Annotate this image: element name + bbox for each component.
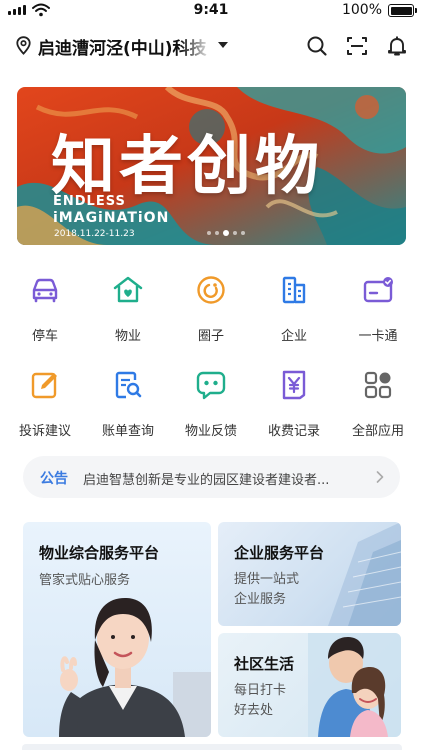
- grid-label: 停车: [31, 329, 58, 344]
- car-icon: [32, 278, 58, 303]
- card-subtitle-1: 提供一站式: [234, 572, 300, 587]
- announcement-tag: 公告: [40, 471, 68, 487]
- next-section-edge: [22, 744, 402, 750]
- grid-label: 一卡通: [358, 329, 398, 344]
- grid-label: 物业: [114, 329, 141, 344]
- grid-item-circle[interactable]: 圈子: [176, 273, 246, 344]
- card-title: 企业服务平台: [234, 544, 325, 562]
- card-property-service[interactable]: 物业综合服务平台 管家式贴心服务: [23, 522, 211, 737]
- card-icon: [363, 277, 393, 303]
- grid-label: 全部应用: [351, 424, 404, 439]
- carousel-dot[interactable]: [233, 231, 237, 235]
- card-enterprise-service[interactable]: 企业服务平台 提供一站式 企业服务: [218, 522, 401, 626]
- grid-item-enterprise[interactable]: 企业: [259, 273, 329, 344]
- grid-label: 物业反馈: [184, 424, 237, 439]
- card-subtitle: 管家式贴心服务: [39, 573, 131, 588]
- bill-search-icon: [115, 371, 142, 399]
- grid-item-card[interactable]: 一卡通: [343, 273, 413, 344]
- card-subtitle-2: 好去处: [234, 703, 274, 718]
- banner-subtitle-2: iMAGiNATiON: [53, 210, 170, 226]
- card-subtitle-1: 每日打卡: [234, 683, 287, 698]
- header: 启迪漕河泾(中山)科技: [0, 28, 422, 64]
- yen-doc-icon: [282, 370, 306, 400]
- apps-icon: [364, 371, 392, 399]
- chat-icon: [196, 371, 226, 400]
- grid-item-bill-query[interactable]: 账单查询: [93, 368, 163, 439]
- edit-icon: [31, 372, 57, 399]
- circle-icon: [197, 276, 225, 304]
- grid-item-property-feedback[interactable]: 物业反馈: [176, 368, 246, 439]
- card-community-life[interactable]: 社区生活 每日打卡 好去处: [218, 633, 401, 737]
- grid-label: 企业: [280, 329, 307, 344]
- grid-label: 收费记录: [267, 424, 320, 439]
- card-title: 物业综合服务平台: [39, 544, 160, 562]
- grid-item-property[interactable]: 物业: [93, 273, 163, 344]
- house-heart-icon: [113, 276, 143, 303]
- carousel-dot[interactable]: [241, 231, 245, 235]
- battery-percent: 100%: [341, 2, 382, 18]
- building-icon: [282, 276, 306, 304]
- search-icon[interactable]: [305, 34, 329, 58]
- card-subtitle-2: 企业服务: [234, 592, 287, 607]
- chevron-down-icon[interactable]: [218, 42, 228, 48]
- grid-item-all-apps[interactable]: 全部应用: [343, 368, 413, 439]
- status-bar: 9:41 100%: [0, 0, 422, 22]
- grid-label: 投诉建议: [18, 424, 71, 439]
- chevron-right-icon: [376, 471, 384, 483]
- carousel-dot[interactable]: [207, 231, 211, 235]
- carousel-indicator[interactable]: [207, 230, 245, 236]
- battery-icon: [388, 4, 417, 17]
- scan-icon[interactable]: [345, 34, 369, 58]
- grid-item-parking[interactable]: 停车: [10, 273, 80, 344]
- title-fade: [180, 32, 212, 58]
- carousel-dot[interactable]: [215, 231, 219, 235]
- grid-label: 圈子: [197, 329, 224, 344]
- card-title: 社区生活: [234, 655, 295, 673]
- grid-item-complaint[interactable]: 投诉建议: [10, 368, 80, 439]
- promo-banner[interactable]: 知者创物 ENDLESS iMAGiNATiON 2018.11.22-11.2…: [17, 87, 406, 245]
- carousel-dot-active[interactable]: [223, 230, 229, 236]
- grid-item-payment-record[interactable]: 收费记录: [259, 368, 329, 439]
- announcement-bar[interactable]: 公告 启迪智慧创新是专业的园区建设者建设者...: [23, 456, 400, 498]
- announcement-text: 启迪智慧创新是专业的园区建设者建设者...: [83, 473, 330, 488]
- banner-date: 2018.11.22-11.23: [54, 229, 135, 239]
- bell-icon[interactable]: [385, 34, 409, 58]
- location-icon: [16, 36, 31, 55]
- grid-label: 账单查询: [101, 424, 154, 439]
- banner-subtitle-1: ENDLESS: [53, 194, 126, 209]
